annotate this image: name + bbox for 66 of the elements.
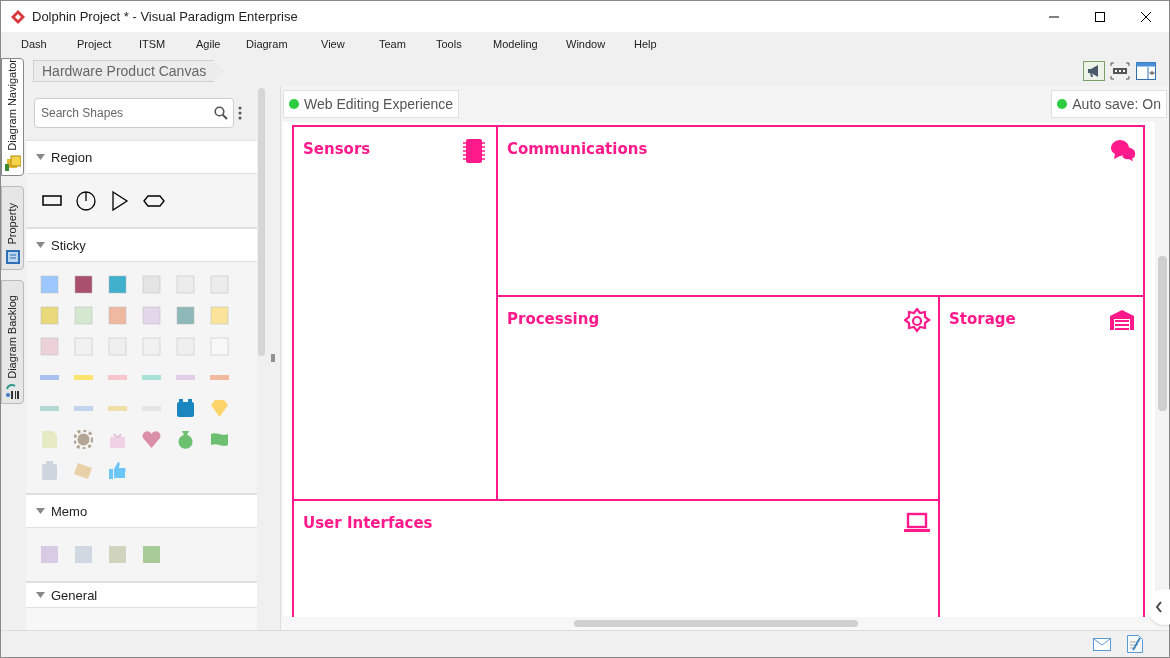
sticky-note-icon[interactable] bbox=[108, 275, 127, 294]
clipboard-icon[interactable] bbox=[40, 461, 59, 480]
caret-icon[interactable] bbox=[36, 592, 45, 598]
form-icon bbox=[4, 249, 21, 265]
memo-note-icon[interactable] bbox=[108, 545, 127, 564]
chat-bubbles-icon bbox=[1109, 138, 1136, 164]
side-tab[interactable]: Diagram Backlog bbox=[1, 280, 24, 404]
status-badge: Web Editing Experience bbox=[283, 90, 460, 118]
menu-item[interactable]: ITSM bbox=[139, 35, 196, 53]
section-header[interactable]: Sticky bbox=[26, 228, 257, 262]
money-bag-icon[interactable] bbox=[176, 430, 195, 449]
caret-icon[interactable] bbox=[36, 242, 45, 248]
splitter-handle-icon[interactable] bbox=[271, 354, 275, 362]
region-title: Processing bbox=[507, 309, 600, 330]
app-logo-icon bbox=[10, 8, 26, 25]
scrollbar-thumb[interactable] bbox=[1158, 256, 1167, 411]
search-field[interactable]: Search Shapes bbox=[34, 98, 234, 128]
window-title: Dolphin Project * - Visual Paradigm Enterprise bbox=[32, 7, 298, 26]
menu-item[interactable]: Help bbox=[634, 35, 674, 53]
section-header[interactable]: Memo bbox=[26, 494, 257, 528]
mail-icon[interactable] bbox=[1093, 637, 1111, 651]
side-tab[interactable]: Diagram Navigator bbox=[1, 58, 24, 176]
memo-note-icon[interactable] bbox=[74, 545, 93, 564]
chevron-left-icon[interactable] bbox=[1155, 601, 1163, 613]
memo-note-icon[interactable] bbox=[142, 545, 161, 564]
menu-item[interactable]: Agile bbox=[196, 35, 246, 53]
flag-icon[interactable] bbox=[210, 430, 229, 449]
thumbs-up-icon[interactable] bbox=[108, 461, 127, 480]
scrollbar-thumb[interactable] bbox=[258, 88, 265, 356]
sticky-note-icon[interactable] bbox=[176, 306, 195, 325]
status-badge: Auto save: On bbox=[1051, 90, 1167, 118]
heart-icon[interactable] bbox=[142, 430, 161, 449]
gear-icon bbox=[904, 308, 931, 334]
memo-note-icon[interactable] bbox=[40, 545, 59, 564]
menu-item[interactable]: View bbox=[321, 35, 379, 53]
breadcrumb[interactable]: Hardware Product Canvas bbox=[33, 60, 224, 82]
calendar-icon[interactable] bbox=[176, 399, 195, 418]
region-title: Sensors bbox=[303, 139, 371, 160]
menu-item[interactable]: Project bbox=[77, 35, 139, 53]
clock-circle-icon[interactable] bbox=[74, 189, 98, 212]
scrollbar-thumb[interactable] bbox=[574, 620, 858, 627]
document-edit-icon[interactable] bbox=[1127, 635, 1143, 653]
menu-item[interactable]: Window bbox=[566, 35, 634, 53]
side-tab[interactable]: Property bbox=[1, 186, 24, 270]
menu-item[interactable]: Dash bbox=[21, 35, 77, 53]
region-title: Communications bbox=[507, 139, 648, 160]
region-title: Storage bbox=[949, 309, 1016, 330]
gear-icon[interactable] bbox=[74, 430, 93, 449]
section-header[interactable]: Region bbox=[26, 140, 257, 174]
caret-icon[interactable] bbox=[36, 154, 45, 160]
layout-panel-icon[interactable] bbox=[1135, 61, 1157, 81]
search-icon[interactable] bbox=[214, 106, 228, 120]
menu-item[interactable]: Diagram bbox=[246, 35, 321, 53]
sticky-note-icon[interactable] bbox=[74, 275, 93, 294]
caret-icon[interactable] bbox=[36, 508, 45, 514]
folder-stack-icon bbox=[4, 155, 21, 171]
region-title: User Interfaces bbox=[303, 513, 433, 534]
barcode-icon bbox=[4, 383, 21, 399]
more-options-icon[interactable] bbox=[238, 106, 242, 120]
megaphone-icon[interactable] bbox=[1083, 61, 1105, 81]
menu-item[interactable]: Team bbox=[379, 35, 436, 53]
fit-frame-icon[interactable] bbox=[1109, 61, 1131, 81]
diamond-icon[interactable] bbox=[210, 399, 229, 418]
menu-item[interactable]: Modeling bbox=[493, 35, 566, 53]
section-header[interactable]: General bbox=[26, 582, 257, 608]
menu-item[interactable]: Tools bbox=[436, 35, 493, 53]
